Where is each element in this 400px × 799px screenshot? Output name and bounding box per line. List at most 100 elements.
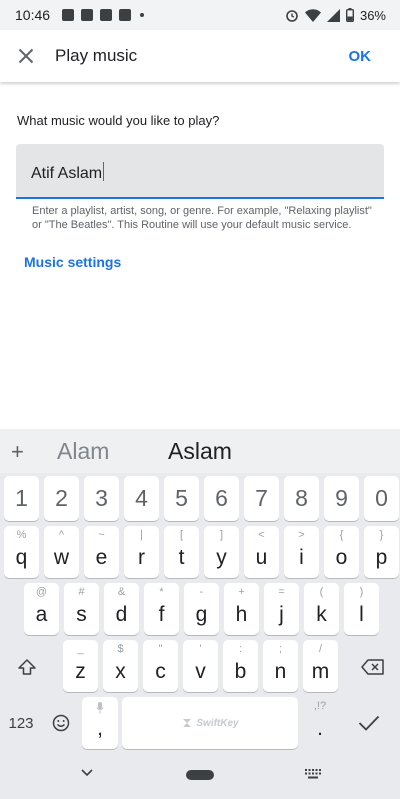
microphone-icon: [96, 702, 104, 714]
letter-key-label: v: [195, 660, 206, 683]
letter-key[interactable]: (k: [304, 583, 339, 635]
letter-key-hint: <: [258, 529, 265, 541]
number-key-label: 6: [215, 485, 228, 511]
number-key[interactable]: 3: [84, 476, 119, 521]
alarm-icon: [286, 10, 298, 22]
news-icon: [81, 9, 94, 21]
letter-key-label: y: [216, 546, 227, 569]
battery-icon: [345, 8, 354, 22]
number-key[interactable]: 5: [164, 476, 199, 521]
number-key[interactable]: 7: [244, 476, 279, 521]
letter-key[interactable]: _ z: [63, 640, 98, 692]
letter-key[interactable]: ) l: [344, 583, 379, 635]
number-key-label: 7: [255, 485, 268, 511]
text-caret: [103, 162, 105, 181]
letter-key[interactable]: / m: [303, 640, 338, 692]
toolbar-expand-button[interactable]: +: [11, 439, 24, 465]
number-key[interactable]: 1: [4, 476, 39, 521]
letter-key-hint: _: [77, 643, 84, 655]
letter-key-label: p: [375, 546, 388, 569]
letter-key[interactable]: @ a: [24, 583, 59, 635]
letter-key[interactable]: & d: [104, 583, 139, 635]
letter-key[interactable]: ^ w: [44, 526, 79, 578]
page-title: Play music: [55, 46, 138, 65]
letter-key-hint: ~: [98, 529, 105, 541]
number-key[interactable]: 2: [44, 476, 79, 521]
number-key-label: 0: [375, 485, 388, 511]
letter-key[interactable]: :b: [223, 640, 258, 692]
letter-key[interactable]: < u: [244, 526, 279, 578]
backspace-icon: [361, 659, 384, 675]
space-key[interactable]: SwiftKey: [122, 697, 298, 749]
letter-key[interactable]: } p: [364, 526, 399, 578]
wifi-icon: [304, 8, 321, 22]
letter-key-hint: -: [199, 586, 204, 598]
close-button[interactable]: [0, 30, 52, 82]
letter-key-hint: ]: [219, 529, 224, 541]
letter-key-hint: ): [359, 586, 364, 598]
letter-key[interactable]: [t: [164, 526, 199, 578]
music-input[interactable]: Atif Aslam: [16, 144, 384, 199]
letter-key-label: g: [195, 603, 208, 626]
play-music-form: What music would you like to play? Atif …: [0, 82, 400, 429]
letter-key[interactable]: % q: [4, 526, 39, 578]
letter-key-label: o: [335, 546, 348, 569]
letter-key-label: s: [76, 603, 87, 626]
emoji-icon: [52, 714, 70, 732]
comma-key[interactable]: ,: [82, 697, 118, 749]
enter-key[interactable]: [342, 697, 396, 749]
shift-icon: [18, 659, 36, 675]
letter-key[interactable]: $ x: [103, 640, 138, 692]
number-key[interactable]: 8: [284, 476, 319, 521]
swiftkey-logo-icon: [183, 719, 192, 727]
number-key-label: 2: [55, 485, 68, 511]
letter-key-label: c: [155, 660, 166, 683]
letter-key-label: t: [178, 546, 185, 569]
number-key[interactable]: 6: [204, 476, 239, 521]
letter-key[interactable]: " c: [143, 640, 178, 692]
space-brand-label: SwiftKey: [196, 717, 239, 729]
home-pill[interactable]: [186, 770, 214, 780]
period-label: .: [317, 717, 323, 740]
period-key[interactable]: ,!? .: [302, 697, 338, 749]
number-key[interactable]: 0: [364, 476, 399, 521]
letter-key[interactable]: * f: [144, 583, 179, 635]
notification-icons: [62, 9, 145, 21]
status-right: 36%: [285, 8, 386, 23]
emoji-key[interactable]: [44, 697, 78, 749]
number-key-label: 5: [175, 485, 188, 511]
number-key[interactable]: 4: [124, 476, 159, 521]
hide-keyboard-button[interactable]: [81, 769, 93, 777]
music-input-value: Atif Aslam: [31, 162, 105, 183]
letter-key-hint: ": [158, 643, 163, 655]
symbols-key[interactable]: 123: [4, 697, 38, 749]
backspace-key[interactable]: [350, 642, 396, 692]
letter-key-label: n: [274, 660, 287, 683]
letter-key-hint: %: [16, 529, 27, 541]
letter-key[interactable]: ~ e: [84, 526, 119, 578]
keyboard-switch-icon[interactable]: [305, 769, 321, 779]
letter-key[interactable]: {o: [324, 526, 359, 578]
letter-key[interactable]: = j: [264, 583, 299, 635]
symbols-label: 123: [8, 714, 34, 732]
letter-key-hint: [: [179, 529, 184, 541]
shift-key[interactable]: [4, 642, 50, 692]
letter-key-label: f: [158, 603, 165, 626]
more-notifications-dot: [140, 13, 145, 17]
image-icon: [62, 9, 75, 21]
suggestion-bar: + Alam Aslam: [0, 429, 400, 473]
number-key[interactable]: 9: [324, 476, 359, 521]
letter-key[interactable]: + h: [224, 583, 259, 635]
letter-key[interactable]: ] y: [204, 526, 239, 578]
letter-key[interactable]: > i: [284, 526, 319, 578]
suggestion-2[interactable]: Aslam: [168, 438, 232, 465]
letter-key[interactable]: -g: [184, 583, 219, 635]
letter-key[interactable]: ' v: [183, 640, 218, 692]
suggestion-1[interactable]: Alam: [57, 438, 109, 465]
letter-key[interactable]: ; n: [263, 640, 298, 692]
letter-key[interactable]: # s: [64, 583, 99, 635]
letter-key[interactable]: | r: [124, 526, 159, 578]
letter-key-hint: $: [117, 643, 124, 655]
music-settings-link[interactable]: Music settings: [24, 254, 121, 270]
ok-button[interactable]: OK: [349, 48, 372, 65]
